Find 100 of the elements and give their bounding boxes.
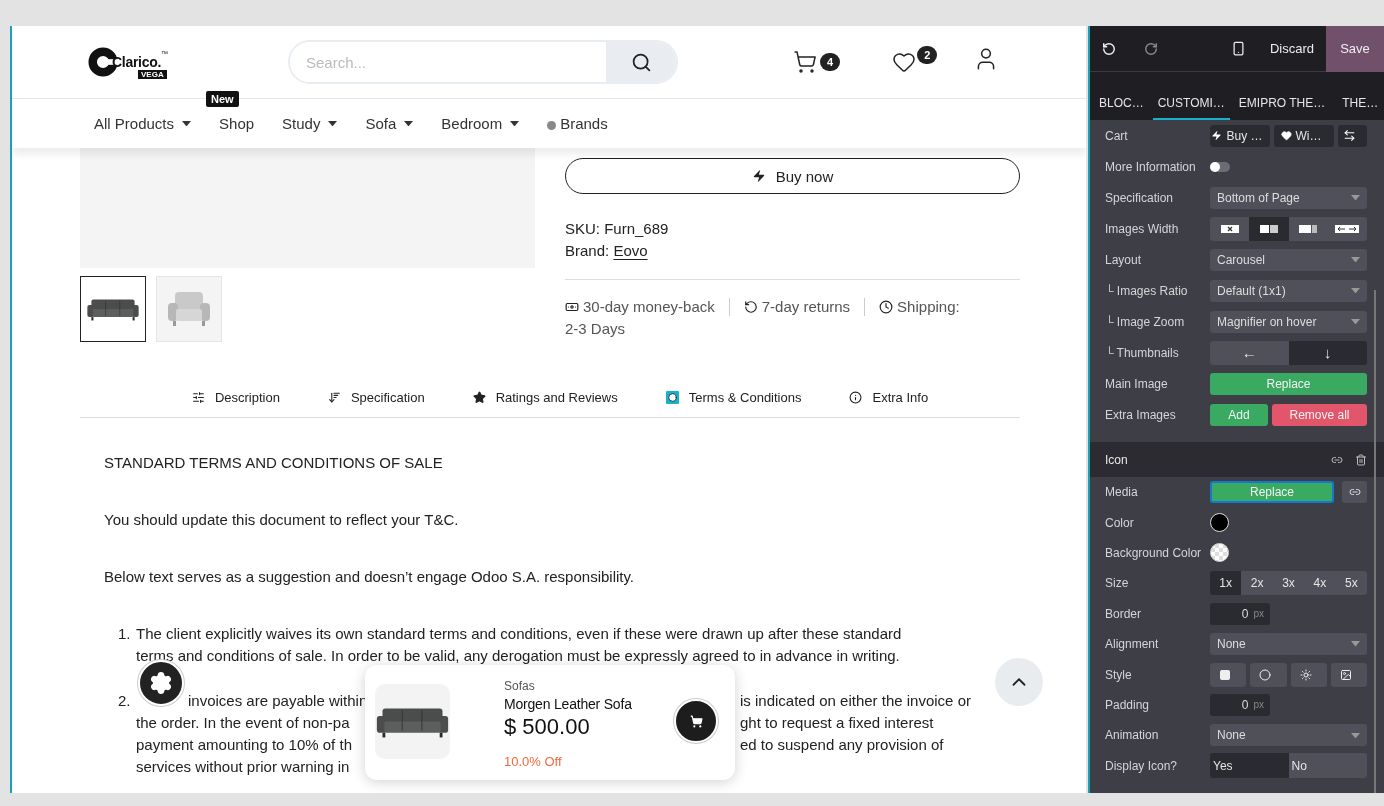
sort-icon (327, 391, 341, 404)
option-label: └ Image Zoom (1105, 314, 1186, 329)
logo-text: Clarico. (112, 54, 161, 70)
wishlist-icon[interactable] (892, 50, 917, 74)
caret-icon (182, 120, 192, 127)
thumbnail[interactable] (80, 276, 146, 342)
clock-icon (879, 300, 894, 314)
style-button[interactable] (1210, 662, 1247, 687)
option-label: Main Image (1105, 376, 1169, 391)
brand-link[interactable]: Eovo (613, 242, 648, 259)
mobile-icon (1230, 41, 1246, 56)
sku-text: SKU: Furn_689 (565, 220, 669, 237)
feature-text: Shipping: (897, 297, 960, 317)
select-dropdown[interactable]: Magnifier on hover (1210, 310, 1367, 333)
toggle-switch[interactable] (1210, 161, 1230, 172)
panel-tab[interactable]: THE… (1337, 96, 1384, 120)
select-dropdown[interactable]: Carousel (1210, 248, 1367, 271)
segment-option[interactable]: ← (1210, 340, 1289, 365)
bolt-icon (751, 169, 766, 183)
add-to-cart-button[interactable] (674, 699, 718, 743)
section-title: Icon (1105, 452, 1128, 467)
trash-icon[interactable] (1355, 453, 1367, 466)
width-option[interactable] (1327, 216, 1367, 241)
caret-icon (510, 120, 520, 127)
list-text: the order. In the event of non-pa (136, 713, 350, 733)
option-label: Border (1105, 606, 1143, 621)
paragraph: Below text serves as a suggestion and doesn’t engage Odoo S.A. responsibility. (104, 567, 636, 587)
undo-icon (743, 300, 758, 314)
feature-text: 30-day money-back (583, 297, 715, 317)
list-text: ed to suspend any provision of (740, 735, 945, 755)
tab[interactable]: Specification (327, 390, 425, 405)
cart-option-button[interactable]: Wi… (1274, 124, 1334, 147)
option-label: Specification (1105, 190, 1175, 205)
search-bar[interactable]: Search... (288, 40, 678, 84)
heading-text: STANDARD TERMS AND CONDITIONS OF SALE (104, 453, 444, 473)
option-label: More Information (1105, 159, 1197, 174)
search-button[interactable] (606, 42, 676, 82)
nav-item[interactable]: Shop (219, 115, 255, 132)
segment-option[interactable]: Yes (1210, 753, 1289, 779)
image-icon (1339, 668, 1352, 681)
list-text: ght to request a fixed interest (740, 713, 935, 733)
segment-option[interactable]: ↓ (1288, 340, 1367, 365)
number-field[interactable]: 0 px (1210, 602, 1270, 625)
tab[interactable]: Terms & Conditions (665, 390, 802, 405)
nav-item[interactable]: Brands (547, 115, 608, 132)
select-dropdown[interactable]: None (1210, 633, 1367, 656)
price-text: $ 500.00 (504, 714, 591, 740)
segment-option[interactable]: 5x (1335, 571, 1367, 596)
cart-option-button[interactable]: Buy … (1210, 124, 1270, 147)
nav-item[interactable]: Sofa (365, 115, 414, 132)
color-swatch[interactable] (1210, 543, 1229, 563)
tab[interactable]: Description (191, 390, 280, 405)
segment-option[interactable]: 1x (1210, 571, 1242, 596)
option-label: └ Thumbnails (1105, 345, 1180, 360)
number-field[interactable]: 0 px (1210, 693, 1270, 716)
two-blocks-icon (1259, 224, 1278, 233)
tab[interactable]: Ratings and Reviews (472, 390, 618, 405)
heart-icon (1280, 130, 1292, 141)
caret-icon (404, 120, 414, 127)
width-option[interactable] (1288, 216, 1328, 241)
star-icon (472, 391, 486, 404)
caret-icon (328, 120, 338, 127)
select-dropdown[interactable]: Default (1x1) (1210, 279, 1367, 302)
sliders-icon (191, 391, 205, 404)
width-option[interactable] (1249, 216, 1289, 241)
panel-tab[interactable]: EMIPRO THE… (1233, 96, 1331, 120)
undo-icon (1102, 41, 1116, 56)
swap-button[interactable] (1338, 124, 1367, 147)
style-button[interactable] (1250, 662, 1287, 687)
style-button[interactable] (1290, 662, 1327, 687)
nav-item[interactable]: All Products (94, 115, 192, 132)
segment-option[interactable]: 4x (1304, 571, 1336, 596)
panel-tab[interactable]: CUSTOMI… (1152, 96, 1230, 120)
select-dropdown[interactable]: Bottom of Page (1210, 186, 1367, 209)
width-option[interactable] (1210, 216, 1250, 241)
option-label: Background Color (1105, 545, 1203, 560)
settings-button[interactable] (138, 660, 184, 706)
dot-icon (547, 120, 557, 130)
nav-item[interactable]: Study (282, 115, 338, 132)
product-name: Morgen Leather Sofa (504, 696, 633, 712)
segment-option[interactable]: 2x (1241, 571, 1273, 596)
color-swatch[interactable] (1210, 513, 1229, 533)
select-dropdown[interactable]: None (1210, 724, 1367, 747)
cart-icon[interactable] (793, 50, 817, 74)
feature-text: 7-day returns (761, 297, 851, 317)
tab[interactable]: Extra Info (849, 390, 929, 405)
discard-button[interactable]: Discard (1261, 26, 1322, 72)
save-button[interactable]: Save (1326, 26, 1384, 72)
cart-icon (689, 714, 703, 728)
segment-option[interactable]: No (1288, 753, 1367, 779)
segment-option[interactable]: 3x (1272, 571, 1305, 596)
nav-item[interactable]: Bedroom (441, 115, 520, 132)
buy-now-button[interactable]: Buy now (565, 158, 1020, 194)
option-label: Size (1105, 576, 1130, 591)
caret-icon (1351, 287, 1360, 294)
option-label: Padding (1105, 697, 1151, 712)
panel-tab[interactable]: BLOC… (1094, 96, 1149, 120)
style-button[interactable] (1330, 662, 1367, 687)
caret-icon (1351, 732, 1360, 738)
link-button[interactable] (1342, 481, 1367, 504)
